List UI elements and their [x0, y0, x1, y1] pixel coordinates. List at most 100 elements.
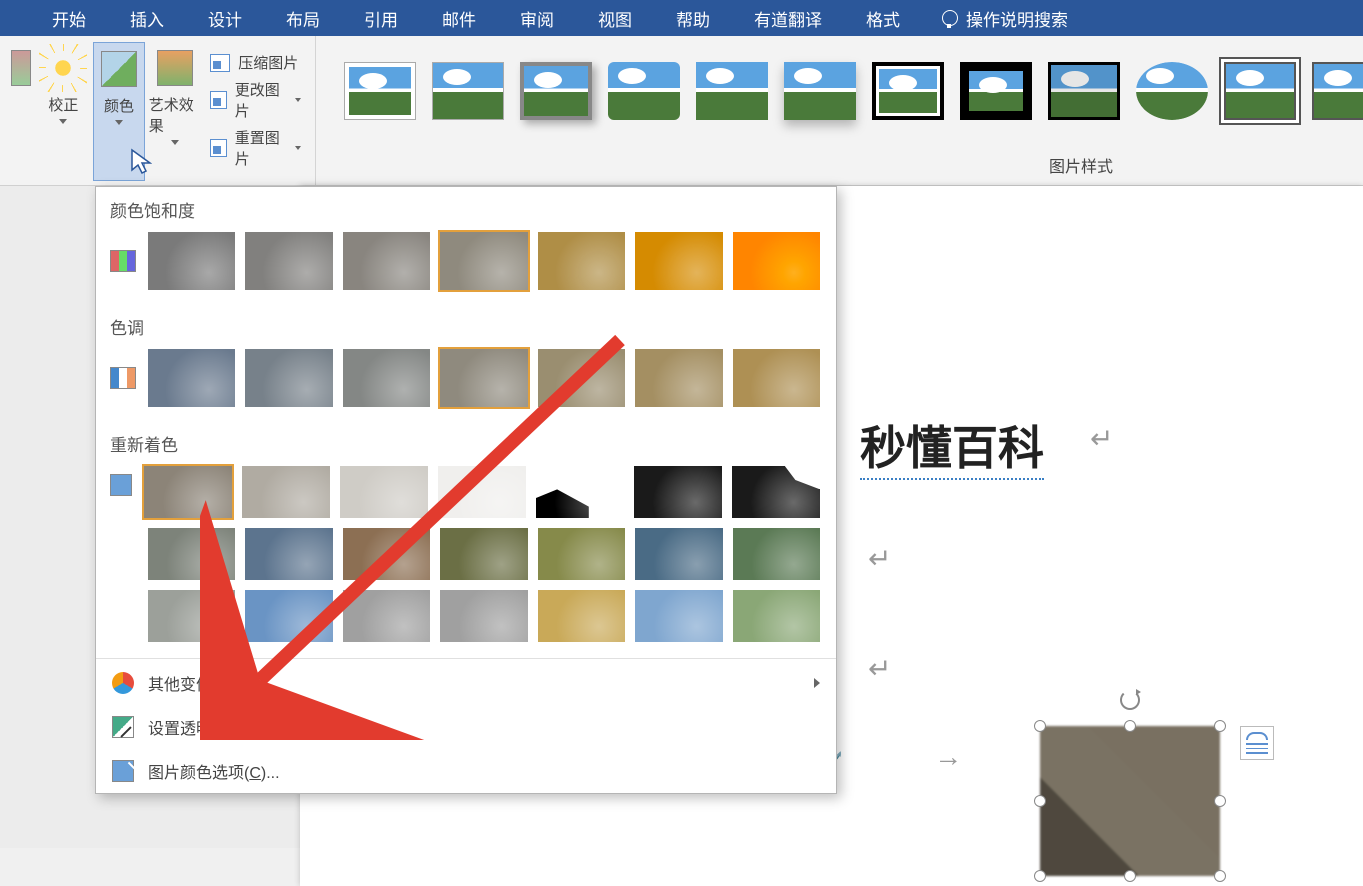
recolor-swatch[interactable] [632, 464, 724, 520]
saturation-swatch[interactable] [243, 230, 334, 292]
resize-handle[interactable] [1034, 870, 1046, 882]
style-thumb-11[interactable] [1224, 62, 1296, 120]
recolor-swatch[interactable] [243, 588, 334, 644]
tab-review[interactable]: 审阅 [498, 0, 576, 36]
saturation-swatch[interactable] [146, 230, 237, 292]
chevron-down-icon [115, 120, 123, 125]
set-transparent-color-menu-item[interactable]: 设置透明色(S) [96, 705, 836, 749]
tab-help[interactable]: 帮助 [654, 0, 732, 36]
tab-mailings[interactable]: 邮件 [420, 0, 498, 36]
picture-color-options-label: 图片颜色选项(C)... [148, 759, 280, 783]
more-variants-menu-item[interactable]: 其他变体(M) [96, 661, 836, 705]
tab-format[interactable]: 格式 [844, 0, 922, 36]
style-thumb-1[interactable] [344, 62, 416, 120]
color-dropdown-panel: 颜色饱和度 色调 重新着色 [95, 186, 837, 794]
tab-youdao-translate[interactable]: 有道翻译 [732, 0, 844, 36]
recolor-swatch[interactable] [633, 588, 724, 644]
corrections-button[interactable]: 校正 [38, 42, 89, 181]
picture-color-options-menu-item[interactable]: 图片颜色选项(C)... [96, 749, 836, 793]
style-thumb-12[interactable] [1312, 62, 1363, 120]
style-thumb-9[interactable] [1048, 62, 1120, 120]
recolor-swatch[interactable] [633, 526, 724, 582]
recolor-swatch[interactable] [146, 526, 237, 582]
tone-swatch[interactable] [536, 347, 627, 409]
paragraph-mark-icon: ↵ [1090, 422, 1113, 457]
recolor-swatch[interactable] [243, 526, 334, 582]
layout-options-button[interactable] [1240, 726, 1274, 760]
style-thumb-5[interactable] [696, 62, 768, 120]
resize-handle[interactable] [1214, 720, 1226, 732]
picture-styles-label: 图片样式 [1049, 153, 1113, 177]
tone-swatch[interactable] [243, 347, 334, 409]
recolor-swatch[interactable] [341, 526, 432, 582]
resize-handle[interactable] [1034, 795, 1046, 807]
recolor-swatch[interactable] [240, 464, 332, 520]
saturation-swatch[interactable] [438, 230, 529, 292]
tab-home[interactable]: 开始 [30, 0, 108, 36]
set-transparent-label: 设置透明色(S) [148, 715, 249, 739]
saturation-swatch[interactable] [536, 230, 627, 292]
tone-row [96, 347, 836, 421]
section-tone-label: 色调 [96, 304, 836, 347]
color-options-icon [112, 760, 134, 782]
recolor-swatch[interactable] [438, 588, 529, 644]
variants-icon [112, 672, 134, 694]
tab-layout[interactable]: 布局 [264, 0, 342, 36]
tone-swatch[interactable] [438, 347, 529, 409]
reset-icon [210, 139, 227, 157]
tone-icon [110, 367, 136, 389]
compress-picture-button[interactable]: 压缩图片 [210, 52, 301, 73]
recolor-swatch[interactable] [534, 464, 626, 520]
tone-swatch[interactable] [146, 347, 237, 409]
resize-handle[interactable] [1124, 870, 1136, 882]
resize-handle[interactable] [1124, 720, 1136, 732]
style-thumb-8[interactable] [960, 62, 1032, 120]
recolor-row-2 [96, 526, 836, 588]
recolor-swatch[interactable] [146, 588, 237, 644]
style-thumb-6[interactable] [784, 62, 856, 120]
selected-image[interactable] [1040, 726, 1220, 876]
style-thumb-3[interactable] [520, 62, 592, 120]
color-button[interactable]: 颜色 [93, 42, 145, 181]
tab-references[interactable]: 引用 [342, 0, 420, 36]
recolor-row-3 [96, 588, 836, 656]
recolor-swatch[interactable] [142, 464, 234, 520]
recolor-swatch[interactable] [730, 464, 822, 520]
recolor-swatch[interactable] [436, 464, 528, 520]
chevron-down-icon [295, 98, 301, 102]
ribbon-tabs: 开始 插入 设计 布局 引用 邮件 审阅 视图 帮助 有道翻译 格式 操作说明搜… [0, 0, 1363, 36]
style-thumb-4[interactable] [608, 62, 680, 120]
change-picture-button[interactable]: 更改图片 [210, 79, 301, 121]
tab-design[interactable]: 设计 [186, 0, 264, 36]
tone-swatch[interactable] [731, 347, 822, 409]
tone-swatch[interactable] [341, 347, 432, 409]
remove-bg-button[interactable] [8, 42, 34, 181]
recolor-swatch[interactable] [731, 526, 822, 582]
rotate-handle-icon[interactable] [1120, 690, 1140, 710]
recolor-swatch[interactable] [536, 588, 627, 644]
reset-picture-button[interactable]: 重置图片 [210, 127, 301, 169]
tell-me-search[interactable]: 操作说明搜索 [922, 6, 1068, 31]
style-thumb-10[interactable] [1136, 62, 1208, 120]
recolor-swatch[interactable] [536, 526, 627, 582]
recolor-swatch[interactable] [338, 464, 430, 520]
style-thumb-2[interactable] [432, 62, 504, 120]
recolor-swatch[interactable] [341, 588, 432, 644]
tone-swatch[interactable] [633, 347, 724, 409]
tab-insert[interactable]: 插入 [108, 0, 186, 36]
recolor-swatch[interactable] [438, 526, 529, 582]
style-thumb-7[interactable] [872, 62, 944, 120]
saturation-swatch[interactable] [731, 230, 822, 292]
saturation-swatch[interactable] [341, 230, 432, 292]
saturation-swatch[interactable] [633, 230, 724, 292]
image-content [1040, 726, 1220, 876]
resize-handle[interactable] [1034, 720, 1046, 732]
artistic-effects-button[interactable]: 艺术效果 [149, 42, 200, 181]
sun-icon [45, 50, 81, 86]
resize-handle[interactable] [1214, 870, 1226, 882]
more-variants-label: 其他变体(M) [148, 671, 236, 695]
recolor-swatch[interactable] [731, 588, 822, 644]
tab-view[interactable]: 视图 [576, 0, 654, 36]
page-title-text: 秒懂百科 [860, 412, 1044, 480]
resize-handle[interactable] [1214, 795, 1226, 807]
